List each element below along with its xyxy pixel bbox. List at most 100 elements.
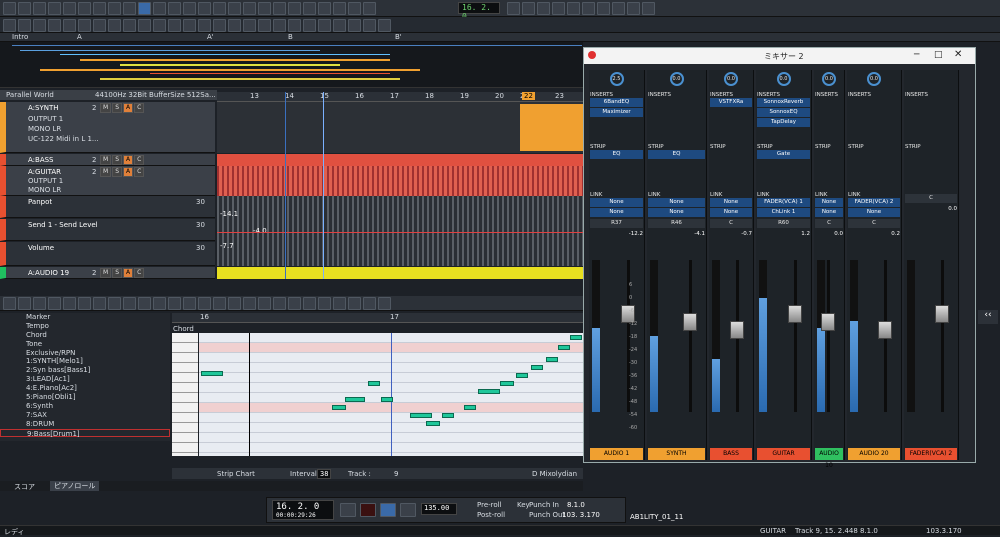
piano-keyboard[interactable] [172,333,198,456]
lane-synth[interactable] [217,102,583,153]
link-slot[interactable]: FADER(VCA) 2 [848,198,900,207]
track-output[interactable]: OUTPUT 1 [28,177,63,185]
playhead[interactable] [323,92,324,279]
tool-icon[interactable] [378,297,391,310]
pan-display[interactable]: R46 [648,219,705,228]
tool-icon[interactable] [228,19,241,32]
note-grid[interactable] [199,333,583,456]
midi-note[interactable] [531,365,543,370]
trim-knob[interactable]: 2.5 [609,72,624,86]
fader-handle[interactable] [788,305,802,323]
solo-button[interactable]: S [112,103,122,113]
midi-note[interactable] [478,389,500,394]
tool-icon[interactable] [258,297,271,310]
channel-name[interactable]: AUDIO 10 [815,448,843,469]
tool-icon[interactable] [63,2,76,15]
tool-icon[interactable] [153,2,166,15]
link-slot[interactable]: None [848,208,900,217]
track-synth[interactable]: A:SYNTH 2 MSAC OUTPUT 1 MONO LR UC-122 M… [0,102,215,153]
midi-note[interactable] [426,421,440,426]
tool-icon[interactable] [48,2,61,15]
link-slot[interactable]: None [590,208,643,217]
tool-icon[interactable] [567,2,580,15]
marker-a2[interactable]: A' [207,33,214,41]
lane-audio19[interactable] [217,267,583,279]
track-send[interactable]: Send 1 - Send Level 30 [0,219,215,241]
volume-display[interactable]: -0.7 [710,231,752,237]
tool-icon[interactable] [228,297,241,310]
tool-icon[interactable] [303,2,316,15]
tool-icon[interactable] [273,297,286,310]
tool-icon[interactable] [123,2,136,15]
pan-display[interactable]: R37 [590,219,643,228]
tool-icon[interactable] [18,19,31,32]
trim-knob[interactable]: 0.0 [669,72,684,86]
tool-icon[interactable] [612,2,625,15]
automation-line[interactable] [217,232,583,233]
list-item[interactable]: 9:Bass[Drum1] [0,428,170,438]
pan-display[interactable]: C [815,219,843,228]
postroll-label[interactable]: Post-roll [477,511,505,519]
c-button[interactable]: C [134,103,145,113]
pan-display[interactable]: C [905,194,957,203]
tool-icon[interactable] [288,2,301,15]
tool-icon[interactable] [627,2,640,15]
list-item[interactable]: 7:SAX [0,411,170,420]
audio-clip[interactable] [520,104,583,151]
side-collapse-button[interactable]: ‹‹ [978,310,998,324]
song-name[interactable]: AB1LITY_01_11 [630,513,683,521]
list-item[interactable]: 8:DRUM [0,420,170,429]
link-slot[interactable]: None [648,208,705,217]
mixer-channel[interactable]: 0.0INSERTSVSTFXRaSTRIPLINKNoneNoneC-0.7O… [709,70,754,460]
track-device[interactable]: UC-122 Midi in L 1... [28,135,99,143]
link-slot[interactable]: None [648,198,705,207]
track-volume[interactable]: Volume 30 [0,242,215,266]
mixer-channel[interactable]: 0.0INSERTSSTRIPLINKFADER(VCA) 2NoneC0.2O… [847,70,902,460]
tool-icon[interactable] [183,19,196,32]
tool-icon[interactable] [63,297,76,310]
rewind-button[interactable] [340,503,356,517]
arm-button[interactable]: A [123,103,134,113]
link-slot[interactable]: FADER(VCA) 1 [757,198,810,207]
tool-icon[interactable] [18,2,31,15]
midi-note[interactable] [201,371,223,376]
tool-icon[interactable] [333,2,346,15]
stop-button[interactable] [380,503,396,517]
tool-icon[interactable] [258,19,271,32]
close-icon[interactable]: ✕ [954,49,962,60]
mixer-channel[interactable]: 0.0 INSERTS SonnoxReverb SonnoxEQ TapDelay ST… [756,70,812,460]
midi-note[interactable] [516,373,528,378]
tool-icon[interactable] [48,19,61,32]
volume-display[interactable]: 0.0 [905,206,957,212]
pianoroll-ruler[interactable]: 16 17 [172,313,583,323]
c-button[interactable]: C [134,167,145,177]
marker-intro[interactable]: Intro [12,33,28,41]
tool-icon[interactable] [318,19,331,32]
song-overview[interactable] [0,42,583,88]
tool-icon[interactable] [33,2,46,15]
marker-a[interactable]: A [77,33,82,41]
pianoroll-list[interactable]: Marker Tempo Chord Tone Exclusive/RPN 1:… [0,313,170,441]
tool-icon[interactable] [228,2,241,15]
edit-tools[interactable] [2,18,392,33]
tool-icon[interactable] [333,19,346,32]
list-item[interactable]: 3:LEAD[Ac1] [0,375,170,384]
fader-handle[interactable] [878,321,892,339]
mute-button[interactable]: M [100,155,112,165]
insert-slot[interactable]: TapDelay [757,118,810,127]
interval-value[interactable]: 38 [317,469,332,479]
c-button[interactable]: C [134,155,145,165]
tool-icon[interactable] [273,2,286,15]
strip-slot[interactable]: Gate [757,150,810,159]
punchout-label[interactable]: Punch Out [529,511,565,519]
track-value[interactable]: 9 [394,470,398,478]
arm-button[interactable]: A [123,155,134,165]
tool-icon[interactable] [582,2,595,15]
tool-icon[interactable] [288,297,301,310]
mixer-channel[interactable]: 2.5 INSERTS 6BandEQ Maximizer STRIP EQ LINK Non… [589,70,645,460]
record-button[interactable] [360,503,376,517]
tool-icon[interactable] [18,297,31,310]
tool-icon[interactable] [273,19,286,32]
tool-icon[interactable] [3,297,16,310]
link-slot[interactable]: None [590,198,643,207]
